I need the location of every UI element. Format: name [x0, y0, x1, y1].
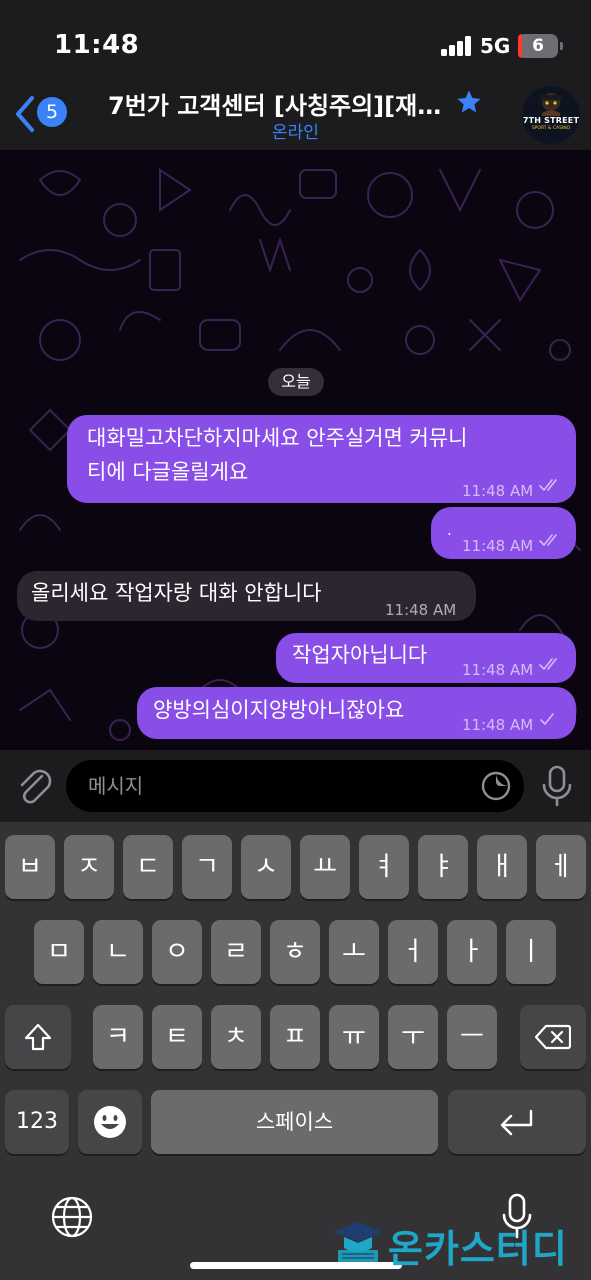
- double-check-icon: [539, 479, 557, 491]
- key[interactable]: ㅣ: [506, 920, 556, 984]
- backspace-icon: [535, 1024, 571, 1050]
- message-input[interactable]: [66, 760, 524, 812]
- shift-icon: [24, 1023, 52, 1051]
- mascot-logo-icon: [540, 93, 562, 116]
- key[interactable]: ㅌ: [152, 1005, 202, 1069]
- message-time: 11:48 AM: [385, 601, 457, 619]
- key[interactable]: ㅈ: [64, 835, 114, 899]
- message-bubble-outgoing[interactable]: 작업자아닙니다 11:48 AM: [276, 633, 576, 683]
- key[interactable]: ㅗ: [329, 920, 379, 984]
- return-key[interactable]: [448, 1090, 586, 1154]
- battery-tip: [560, 42, 563, 50]
- key[interactable]: ㄱ: [182, 835, 232, 899]
- emoji-icon: [94, 1106, 126, 1138]
- double-check-icon: [539, 658, 557, 670]
- key[interactable]: ㅎ: [270, 920, 320, 984]
- message-text-line: 양방의심이지양방아니잖아요: [153, 698, 405, 722]
- key[interactable]: ㄷ: [123, 835, 173, 899]
- key[interactable]: ㅑ: [418, 835, 468, 899]
- key[interactable]: ㅛ: [300, 835, 350, 899]
- message-time: 11:48 AM: [462, 716, 534, 734]
- chat-status: 온라인: [272, 123, 319, 143]
- message-time: 11:48 AM: [462, 661, 534, 679]
- key[interactable]: ㄴ: [93, 920, 143, 984]
- key[interactable]: ㅊ: [211, 1005, 261, 1069]
- network-type: 5G: [480, 34, 511, 58]
- key[interactable]: ㅋ: [93, 1005, 143, 1069]
- message-text-line: 작업자아닙니다: [292, 643, 428, 667]
- status-bar: 11:48 5G 6: [0, 0, 591, 80]
- message-text-line: 티에 다글올릴게요: [87, 460, 249, 484]
- paperclip-icon[interactable]: [14, 764, 54, 808]
- key[interactable]: ㄹ: [211, 920, 261, 984]
- key[interactable]: ㅔ: [536, 835, 586, 899]
- sticker-icon[interactable]: [480, 770, 512, 802]
- key[interactable]: ㅜ: [388, 1005, 438, 1069]
- message-text-line: 대화밀고차단하지마세요 안주실거면 커뮤니: [87, 426, 468, 450]
- avatar[interactable]: 7TH STREET SPORT & CASINO: [522, 86, 580, 144]
- message-time: 11:48 AM: [462, 482, 534, 500]
- return-icon: [500, 1109, 533, 1136]
- delete-key[interactable]: [520, 1005, 586, 1069]
- battery-level: 6: [532, 36, 544, 56]
- key[interactable]: ㅍ: [270, 1005, 320, 1069]
- chat-area[interactable]: 오늘 대화밀고차단하지마세요 안주실거면 커뮤니 티에 다글올릴게요 11:48…: [0, 150, 591, 750]
- key[interactable]: ㅇ: [152, 920, 202, 984]
- key[interactable]: ㅡ: [447, 1005, 497, 1069]
- message-bubble-outgoing[interactable]: 대화밀고차단하지마세요 안주실거면 커뮤니 티에 다글올릴게요 11:48 AM: [67, 415, 576, 503]
- star-icon: [457, 90, 481, 113]
- status-time: 11:48: [54, 30, 140, 60]
- key[interactable]: ㅓ: [388, 920, 438, 984]
- avatar-logo-subtext: SPORT & CASINO: [531, 126, 571, 131]
- message-bubble-outgoing[interactable]: 양방의심이지양방아니잖아요 11:48 AM: [137, 687, 576, 739]
- watermark-text: 온카스터디: [388, 1227, 568, 1271]
- message-text-line: .: [447, 521, 452, 539]
- key[interactable]: ㅂ: [5, 835, 55, 899]
- emoji-key[interactable]: [78, 1090, 142, 1154]
- avatar-logo-text: 7TH STREET: [522, 116, 580, 125]
- cellular-signal-icon: [441, 36, 473, 56]
- shift-key[interactable]: [5, 1005, 71, 1069]
- check-icon: [540, 713, 554, 725]
- chat-header: 5 7번가 고객센터 [사칭주의][재입금...] 온라인 7TH STREET…: [0, 80, 591, 150]
- graduation-cap-icon: [334, 1222, 382, 1262]
- battery-icon: 6: [518, 34, 558, 58]
- korean-keyboard: ㅂ ㅈ ㄷ ㄱ ㅅ ㅛ ㅕ ㅑ ㅐ ㅔ ㅁ ㄴ ㅇ ㄹ ㅎ ㅗ ㅓ ㅏ ㅣ ㅋ …: [0, 822, 591, 1280]
- key[interactable]: ㅕ: [359, 835, 409, 899]
- date-separator: 오늘: [268, 368, 324, 396]
- message-input-bar: [0, 750, 591, 822]
- key[interactable]: ㅠ: [329, 1005, 379, 1069]
- globe-icon[interactable]: [50, 1195, 94, 1239]
- message-bubble-incoming[interactable]: 올리세요 작업자랑 대화 안합니다 11:48 AM: [17, 571, 476, 621]
- chat-title[interactable]: 7번가 고객센터 [사칭주의][재입금...]: [108, 86, 448, 121]
- microphone-icon[interactable]: [540, 764, 574, 808]
- double-check-icon: [539, 534, 557, 546]
- space-key[interactable]: 스페이스: [151, 1090, 438, 1154]
- key[interactable]: ㅁ: [34, 920, 84, 984]
- numbers-key[interactable]: 123: [5, 1090, 69, 1154]
- key[interactable]: ㅏ: [447, 920, 497, 984]
- key[interactable]: ㅐ: [477, 835, 527, 899]
- key[interactable]: ㅅ: [241, 835, 291, 899]
- message-bubble-outgoing[interactable]: . 11:48 AM: [431, 507, 576, 559]
- message-text-line: 올리세요 작업자랑 대화 안합니다: [31, 581, 322, 605]
- watermark: 온카스터디: [330, 1214, 590, 1274]
- message-time: 11:48 AM: [462, 537, 534, 555]
